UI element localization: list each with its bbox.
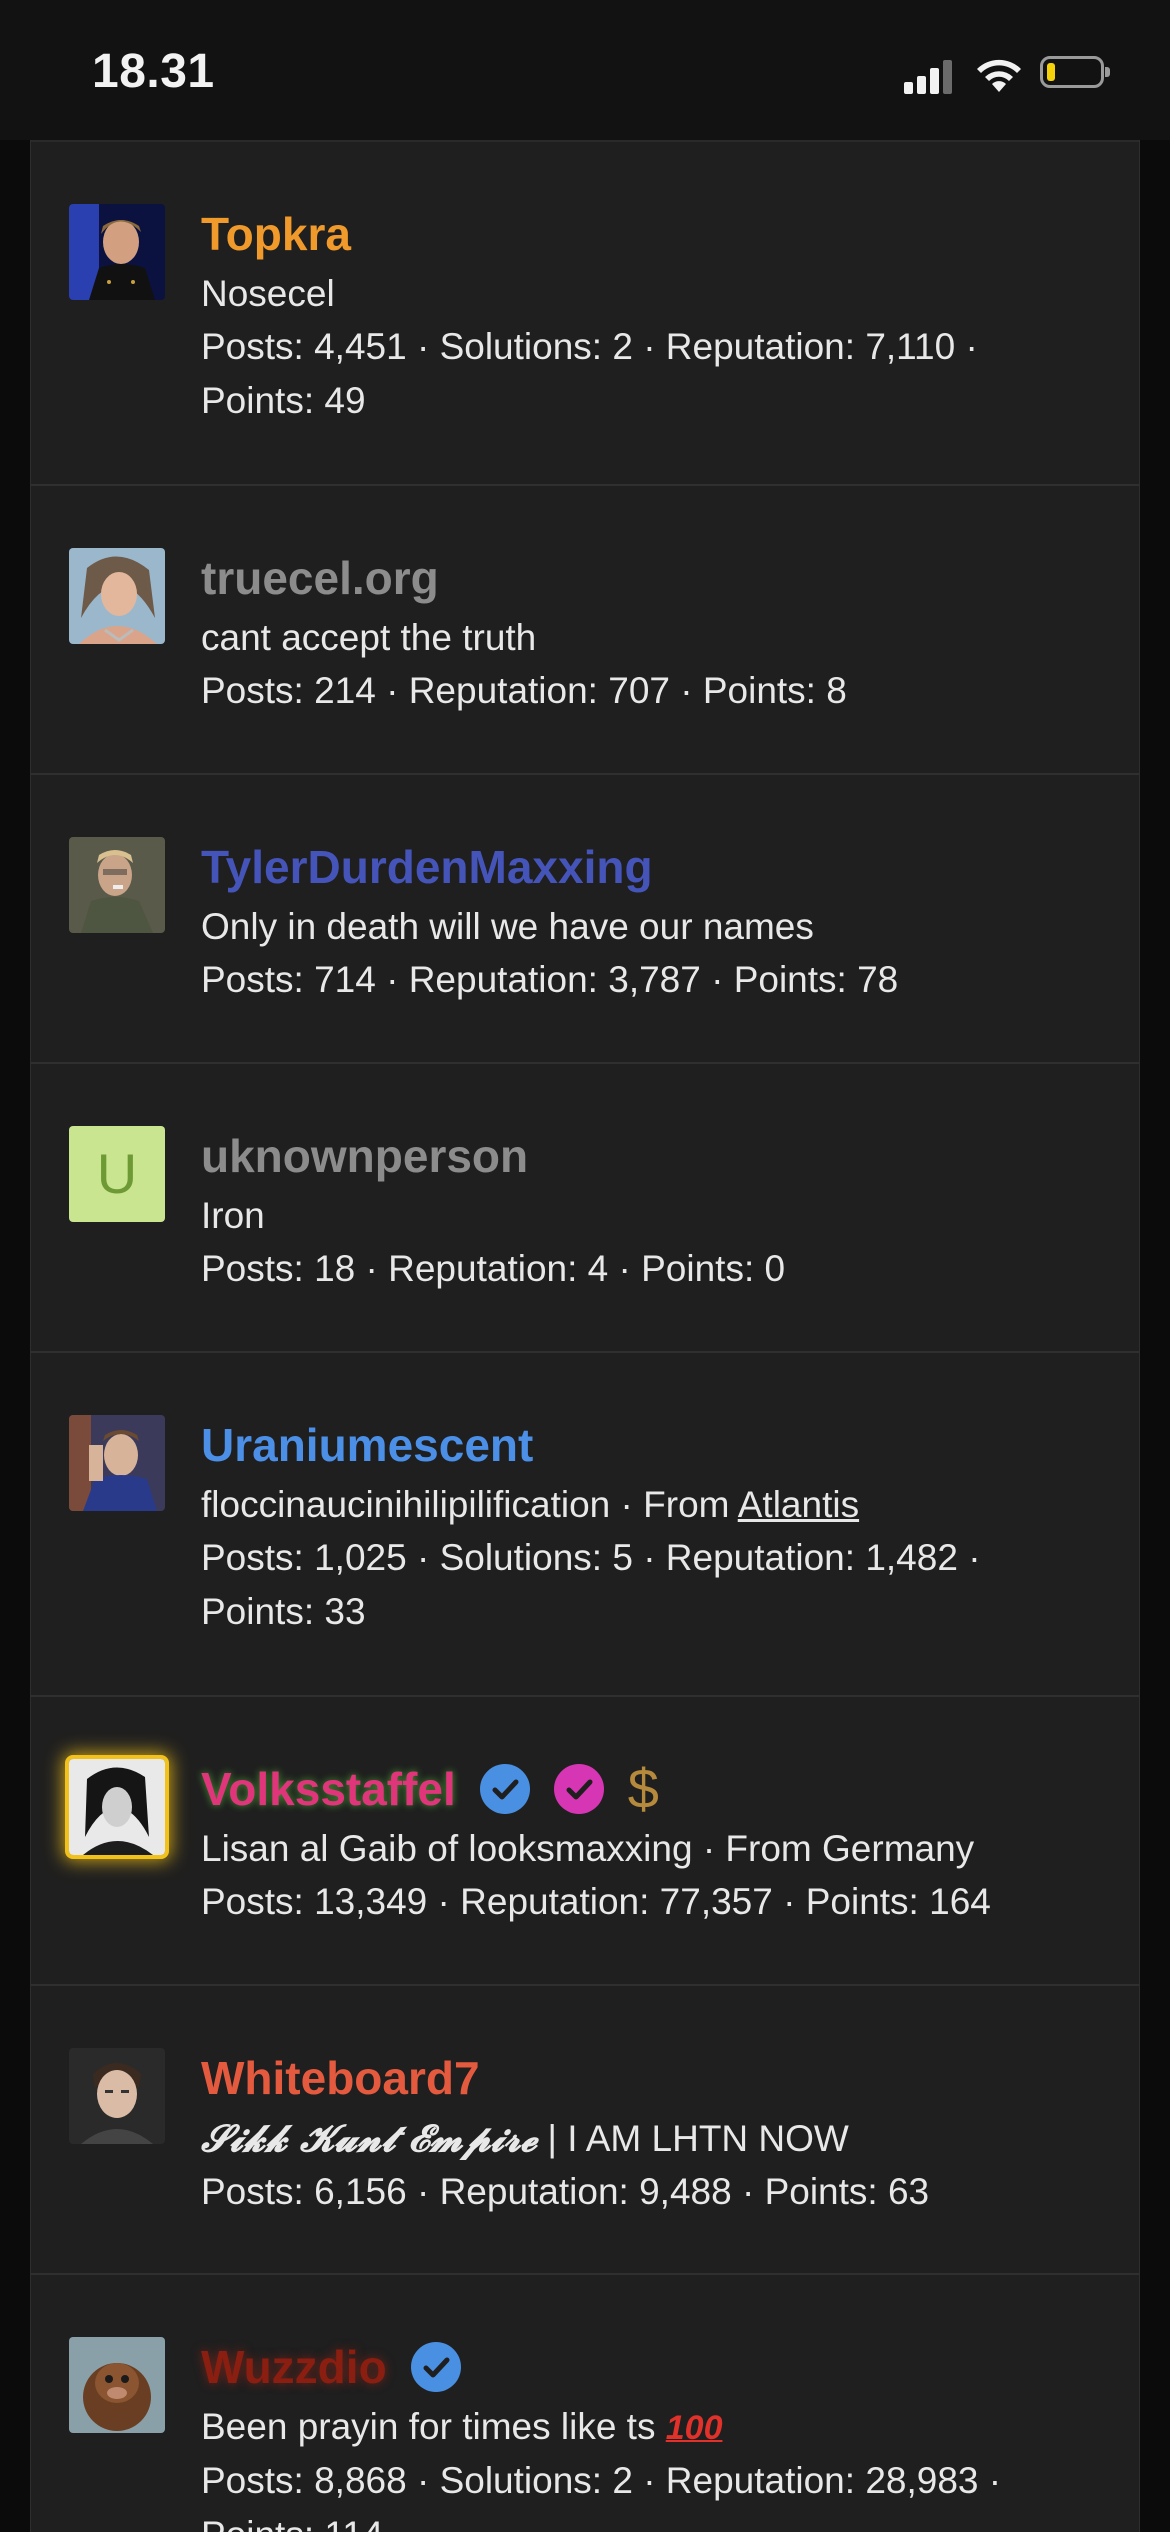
member-title: Nosecel xyxy=(201,273,335,314)
avatar[interactable] xyxy=(69,2048,165,2144)
member-item[interactable]: truecel.org cant accept the truth Posts:… xyxy=(31,486,1139,775)
member-title-fancy: 𝓢𝓲𝓴𝓴 𝓚𝓾𝓷𝓽 𝓔𝓶𝓹𝓲𝓻𝓮 xyxy=(201,2116,538,2160)
member-stats-line: Posts: 13,349 · Reputation: 77,357 · Poi… xyxy=(201,1881,991,1922)
member-stats-line: Posts: 8,868 · Solutions: 2 · Reputation… xyxy=(201,2460,1002,2501)
avatar[interactable] xyxy=(69,204,165,300)
member-title-text: | I AM LHTN NOW xyxy=(547,2118,849,2159)
status-time: 18.31 xyxy=(92,45,215,98)
dollar-icon: $ xyxy=(627,1757,659,1820)
member-stats: Posts: 13,349 · Reputation: 77,357 · Poi… xyxy=(201,1875,1103,1929)
member-name[interactable]: truecel.org xyxy=(201,551,439,605)
member-title: Iron xyxy=(201,1195,265,1236)
member-stats: Posts: 8,868 · Solutions: 2 · Reputation… xyxy=(201,2454,1103,2532)
member-stats-line: Posts: 4,451 · Solutions: 2 · Reputation… xyxy=(201,326,978,367)
member-item[interactable]: U uknownperson Iron Posts: 18 · Reputati… xyxy=(31,1064,1139,1353)
avatar[interactable]: U xyxy=(69,1126,165,1222)
avatar[interactable] xyxy=(69,2337,165,2433)
cellular-signal-icon xyxy=(904,58,958,94)
member-stats-line: Points: 33 xyxy=(201,1591,366,1632)
member-title: Lisan al Gaib of looksmaxxing · From Ger… xyxy=(201,1828,975,1869)
avatar[interactable] xyxy=(69,1415,165,1511)
status-icons xyxy=(904,54,1114,94)
battery-icon xyxy=(1040,56,1110,88)
member-name[interactable]: Volksstaffel xyxy=(201,1762,456,1816)
member-stats-line: Posts: 714 · Reputation: 3,787 · Points:… xyxy=(201,959,899,1000)
member-item[interactable]: Volksstaffel $ Lisan al Gaib of looksmax… xyxy=(31,1697,1139,1986)
member-stats-line: Posts: 1,025 · Solutions: 5 · Reputation… xyxy=(201,1537,981,1578)
avatar[interactable] xyxy=(69,837,165,933)
verified-check-icon xyxy=(410,2342,461,2392)
member-title-text: Been prayin for times like ts xyxy=(201,2406,656,2447)
avatar[interactable] xyxy=(69,548,165,644)
member-stats-line: Points: 114 xyxy=(201,2508,1103,2532)
member-stats-line: Posts: 6,156 · Reputation: 9,488 · Point… xyxy=(201,2171,930,2212)
verified-check-icon xyxy=(479,1764,530,1814)
member-stats: Posts: 1,025 · Solutions: 5 · Reputation… xyxy=(201,1531,1103,1639)
wifi-icon xyxy=(977,59,1021,92)
member-name[interactable]: Uraniumescent xyxy=(201,1418,533,1472)
avatar[interactable] xyxy=(69,1759,165,1855)
member-item[interactable]: TylerDurdenMaxxing Only in death will we… xyxy=(31,775,1139,1064)
member-stats-line: Points: 49 xyxy=(201,380,366,421)
member-item[interactable]: Topkra Nosecel Posts: 4,451 · Solutions:… xyxy=(31,142,1139,486)
member-name[interactable]: TylerDurdenMaxxing xyxy=(201,840,653,894)
member-stats: Posts: 4,451 · Solutions: 2 · Reputation… xyxy=(201,320,1103,428)
member-item[interactable]: Wuzzdio Been prayin for times like ts 10… xyxy=(31,2275,1139,2532)
member-stats-line: Posts: 214 · Reputation: 707 · Points: 8 xyxy=(201,670,847,711)
member-item[interactable]: Whiteboard7 𝓢𝓲𝓴𝓴 𝓚𝓾𝓷𝓽 𝓔𝓶𝓹𝓲𝓻𝓮 | I AM LHTN… xyxy=(31,1986,1139,2275)
member-name[interactable]: Topkra xyxy=(201,207,351,261)
member-name[interactable]: Wuzzdio xyxy=(201,2340,387,2394)
location-link[interactable]: Atlantis xyxy=(738,1484,859,1525)
member-title: Only in death will we have our names xyxy=(201,906,814,947)
member-name[interactable]: Whiteboard7 xyxy=(201,2051,480,2105)
member-stats: Posts: 214 · Reputation: 707 · Points: 8 xyxy=(201,664,1103,718)
member-title: floccinaucinihilipilification · From Atl… xyxy=(201,1481,1103,1529)
member-stats: Posts: 714 · Reputation: 3,787 · Points:… xyxy=(201,953,1103,1007)
member-stats-line: Posts: 18 · Reputation: 4 · Points: 0 xyxy=(201,1248,786,1289)
premium-check-icon xyxy=(553,1764,604,1814)
member-location-prefix: · From xyxy=(620,1484,730,1525)
member-title: 𝓢𝓲𝓴𝓴 𝓚𝓾𝓷𝓽 𝓔𝓶𝓹𝓲𝓻𝓮 | I AM LHTN NOW xyxy=(201,2114,1103,2163)
status-bar: 18.31 xyxy=(0,0,1170,140)
member-stats: Posts: 6,156 · Reputation: 9,488 · Point… xyxy=(201,2165,1103,2219)
member-title: cant accept the truth xyxy=(201,617,537,658)
member-item[interactable]: Uraniumescent floccinaucinihilipilificat… xyxy=(31,1353,1139,1697)
members-list: Topkra Nosecel Posts: 4,451 · Solutions:… xyxy=(30,140,1140,2532)
member-name[interactable]: uknownperson xyxy=(201,1129,528,1183)
member-stats: Posts: 18 · Reputation: 4 · Points: 0 xyxy=(201,1242,1103,1296)
hundred-points-icon: 100 xyxy=(665,2409,723,2447)
member-title-text: floccinaucinihilipilification xyxy=(201,1484,611,1525)
member-title: Been prayin for times like ts 100 xyxy=(201,2403,1103,2452)
